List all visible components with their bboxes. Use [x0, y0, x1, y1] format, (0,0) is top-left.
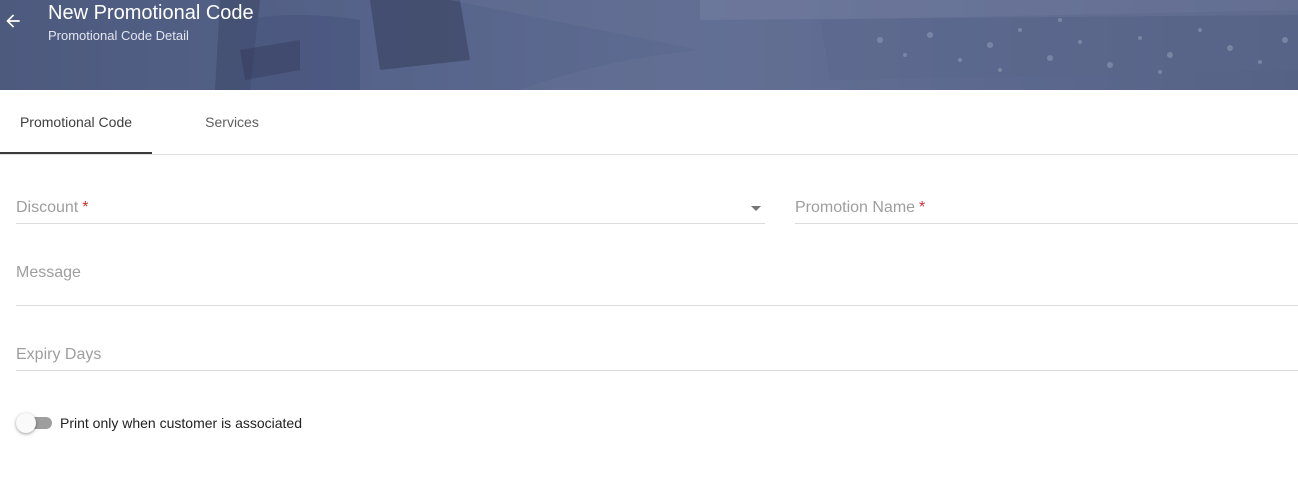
message-textarea[interactable]: Message — [16, 255, 1298, 306]
print-only-customer-toggle[interactable] — [16, 412, 52, 434]
active-tab-indicator — [0, 152, 152, 154]
print-toggle-row: Print only when customer is associated — [16, 412, 302, 434]
promotion-name-label: Promotion Name * — [795, 199, 926, 216]
tab-bar: Promotional Code Services — [0, 90, 1298, 155]
dropdown-arrow-icon[interactable] — [751, 206, 761, 211]
tab-label: Promotional Code — [19, 114, 133, 130]
tab-services[interactable]: Services — [152, 90, 312, 154]
required-marker: * — [919, 199, 926, 216]
toggle-thumb — [16, 413, 36, 433]
header-banner: New Promotional Code Promotional Code De… — [0, 0, 1298, 90]
discount-select[interactable]: Discount * — [16, 190, 765, 224]
required-marker: * — [82, 199, 89, 216]
discount-label: Discount * — [16, 199, 89, 216]
page-title: New Promotional Code — [48, 2, 254, 24]
promotion-name-input[interactable]: Promotion Name * — [795, 190, 1298, 224]
arrow-left-icon — [3, 11, 23, 36]
tab-label: Services — [205, 114, 259, 130]
page-subtitle: Promotional Code Detail — [48, 28, 189, 43]
message-label: Message — [16, 264, 81, 281]
tab-promotional-code[interactable]: Promotional Code — [0, 90, 152, 154]
back-button[interactable] — [0, 8, 26, 38]
expiry-days-input[interactable]: Expiry Days — [16, 336, 1298, 371]
expiry-days-label: Expiry Days — [16, 346, 102, 363]
print-toggle-label: Print only when customer is associated — [60, 415, 302, 431]
